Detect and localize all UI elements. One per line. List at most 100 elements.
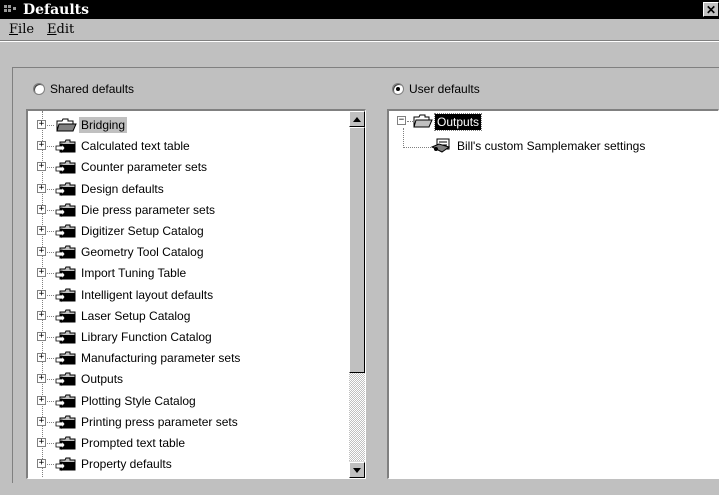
tree-item[interactable]: + Die press parameter sets bbox=[28, 200, 350, 221]
folder-icon bbox=[55, 415, 76, 429]
menu-file-rest: ile bbox=[18, 21, 35, 37]
tree-item-label: Library Function Catalog bbox=[81, 330, 212, 344]
menu-edit-accel: E bbox=[47, 21, 57, 37]
tree-item-label: Printing press parameter sets bbox=[81, 414, 238, 429]
scroll-thumb[interactable] bbox=[349, 127, 365, 373]
open-folder-icon bbox=[413, 114, 433, 128]
expand-toggle[interactable]: + bbox=[37, 247, 46, 257]
window-menu-icon[interactable] bbox=[4, 4, 20, 16]
tree-item-label: Geometry Tool Catalog bbox=[81, 245, 204, 260]
folder-icon bbox=[55, 203, 76, 217]
tree-item[interactable]: + Manufacturing parameter sets bbox=[28, 348, 350, 369]
scroll-up-button[interactable] bbox=[349, 111, 365, 127]
close-button[interactable]: ✕ bbox=[703, 2, 719, 17]
folder-icon bbox=[55, 160, 76, 175]
shared-defaults-radio[interactable]: Shared defaults bbox=[33, 82, 134, 96]
tree-item[interactable]: + Counter parameter sets bbox=[28, 157, 350, 178]
menu-edit-rest: dit bbox=[56, 21, 75, 37]
folder-icon bbox=[55, 394, 76, 408]
expand-toggle[interactable]: + bbox=[37, 332, 46, 341]
title-bar: Defaults ✕ bbox=[0, 0, 719, 19]
expand-toggle[interactable]: + bbox=[37, 310, 46, 320]
menu-file[interactable]: File bbox=[5, 22, 38, 37]
user-defaults-label: User defaults bbox=[409, 82, 480, 96]
open-folder-icon bbox=[56, 118, 77, 132]
folder-icon bbox=[55, 288, 76, 302]
folder-icon bbox=[55, 182, 76, 196]
tree-item[interactable]: + Design defaults bbox=[28, 179, 350, 200]
expand-toggle[interactable]: + bbox=[37, 268, 46, 278]
tree-item[interactable]: + Import Tuning Table bbox=[28, 263, 350, 284]
tree-item-label: Manufacturing parameter sets bbox=[81, 351, 241, 366]
menu-edit[interactable]: Edit bbox=[43, 22, 78, 37]
expand-toggle[interactable]: + bbox=[37, 438, 46, 447]
folder-icon bbox=[55, 224, 76, 239]
tree-item-custom-settings[interactable]: Bill's custom Samplemaker settings bbox=[455, 138, 647, 154]
tree-line bbox=[403, 147, 431, 148]
tree-item-label: Counter parameter sets bbox=[81, 160, 208, 175]
expand-toggle[interactable]: + bbox=[37, 141, 46, 151]
tree-item[interactable]: + Geometry Tool Catalog bbox=[28, 242, 350, 263]
scroll-track[interactable] bbox=[349, 373, 365, 461]
shared-defaults-tree[interactable]: + Bridging + Calculated text table + Counter … bbox=[26, 109, 366, 479]
folder-icon bbox=[55, 457, 76, 472]
user-defaults-tree[interactable]: − Outputs Bill's custom Samplemaker sett… bbox=[387, 109, 719, 479]
tree-item[interactable]: + Plotting Style Catalog bbox=[28, 391, 350, 412]
expand-toggle[interactable]: + bbox=[37, 374, 46, 384]
folder-icon bbox=[55, 351, 76, 366]
window-title: Defaults bbox=[23, 1, 89, 18]
folder-icon bbox=[55, 139, 76, 154]
tree-item-label: Outputs bbox=[81, 372, 124, 387]
tree-item[interactable]: + Printing press parameter sets bbox=[28, 412, 350, 433]
tree-item[interactable]: + Calculated text table bbox=[28, 136, 350, 157]
tree-item-label: Calculated text table bbox=[81, 139, 190, 154]
tree-item-label: Import Tuning Table bbox=[81, 266, 187, 281]
tree-item-label: Bridging bbox=[79, 117, 128, 133]
folder-icon bbox=[55, 245, 76, 260]
arrow-up-icon bbox=[353, 116, 361, 122]
vertical-scrollbar[interactable] bbox=[349, 111, 365, 478]
menu-file-accel: F bbox=[9, 21, 19, 37]
expand-toggle[interactable]: + bbox=[37, 204, 46, 214]
tree-item[interactable]: + Intelligent layout defaults bbox=[28, 285, 350, 306]
user-defaults-radio[interactable]: User defaults bbox=[392, 82, 480, 96]
expand-toggle[interactable]: + bbox=[37, 120, 46, 129]
expand-toggle[interactable]: + bbox=[37, 459, 46, 469]
shared-radio-circle[interactable] bbox=[33, 83, 45, 95]
tree-item-label: Die press parameter sets bbox=[81, 202, 216, 217]
scroll-down-button[interactable] bbox=[349, 462, 365, 478]
tree-item[interactable]: + Bridging bbox=[28, 115, 350, 136]
expand-toggle[interactable]: + bbox=[37, 183, 46, 193]
folder-icon bbox=[55, 309, 76, 323]
expand-toggle[interactable]: + bbox=[37, 226, 46, 235]
tree-item-label: Digitizer Setup Catalog bbox=[81, 224, 204, 238]
tree-item-label: Design defaults bbox=[81, 181, 164, 196]
expand-toggle[interactable]: + bbox=[37, 162, 46, 172]
expand-toggle[interactable]: + bbox=[37, 289, 46, 299]
tree-item[interactable]: + Laser Setup Catalog bbox=[28, 306, 350, 327]
user-radio-circle[interactable] bbox=[392, 83, 404, 95]
collapse-toggle[interactable]: − bbox=[397, 116, 406, 125]
tree-item[interactable]: + Digitizer Setup Catalog bbox=[28, 221, 350, 242]
tree-item[interactable]: + Outputs bbox=[28, 369, 350, 390]
folder-icon bbox=[55, 266, 76, 281]
tree-item[interactable]: + Property defaults bbox=[28, 454, 350, 475]
tree-item-label: Laser Setup Catalog bbox=[81, 308, 191, 323]
menu-separator bbox=[0, 40, 719, 42]
expand-toggle[interactable]: + bbox=[37, 395, 46, 405]
tree-item-label: Prompted text table bbox=[81, 436, 186, 450]
tree-item-label: Intelligent layout defaults bbox=[81, 287, 214, 302]
folder-icon bbox=[55, 372, 76, 387]
folder-icon bbox=[55, 330, 76, 345]
tree-item[interactable]: + Prompted text table bbox=[28, 433, 350, 454]
tree-item-label: Property defaults bbox=[81, 457, 172, 472]
settings-file-icon bbox=[431, 138, 451, 153]
expand-toggle[interactable]: + bbox=[37, 416, 46, 426]
tree-item[interactable]: + Library Function Catalog bbox=[28, 327, 350, 348]
arrow-down-icon bbox=[353, 467, 361, 473]
folder-icon bbox=[55, 436, 76, 451]
tree-item-outputs[interactable]: Outputs bbox=[433, 113, 483, 131]
menu-bar: File Edit bbox=[0, 19, 719, 39]
expand-toggle[interactable]: + bbox=[37, 353, 46, 363]
shared-defaults-label: Shared defaults bbox=[50, 82, 135, 96]
